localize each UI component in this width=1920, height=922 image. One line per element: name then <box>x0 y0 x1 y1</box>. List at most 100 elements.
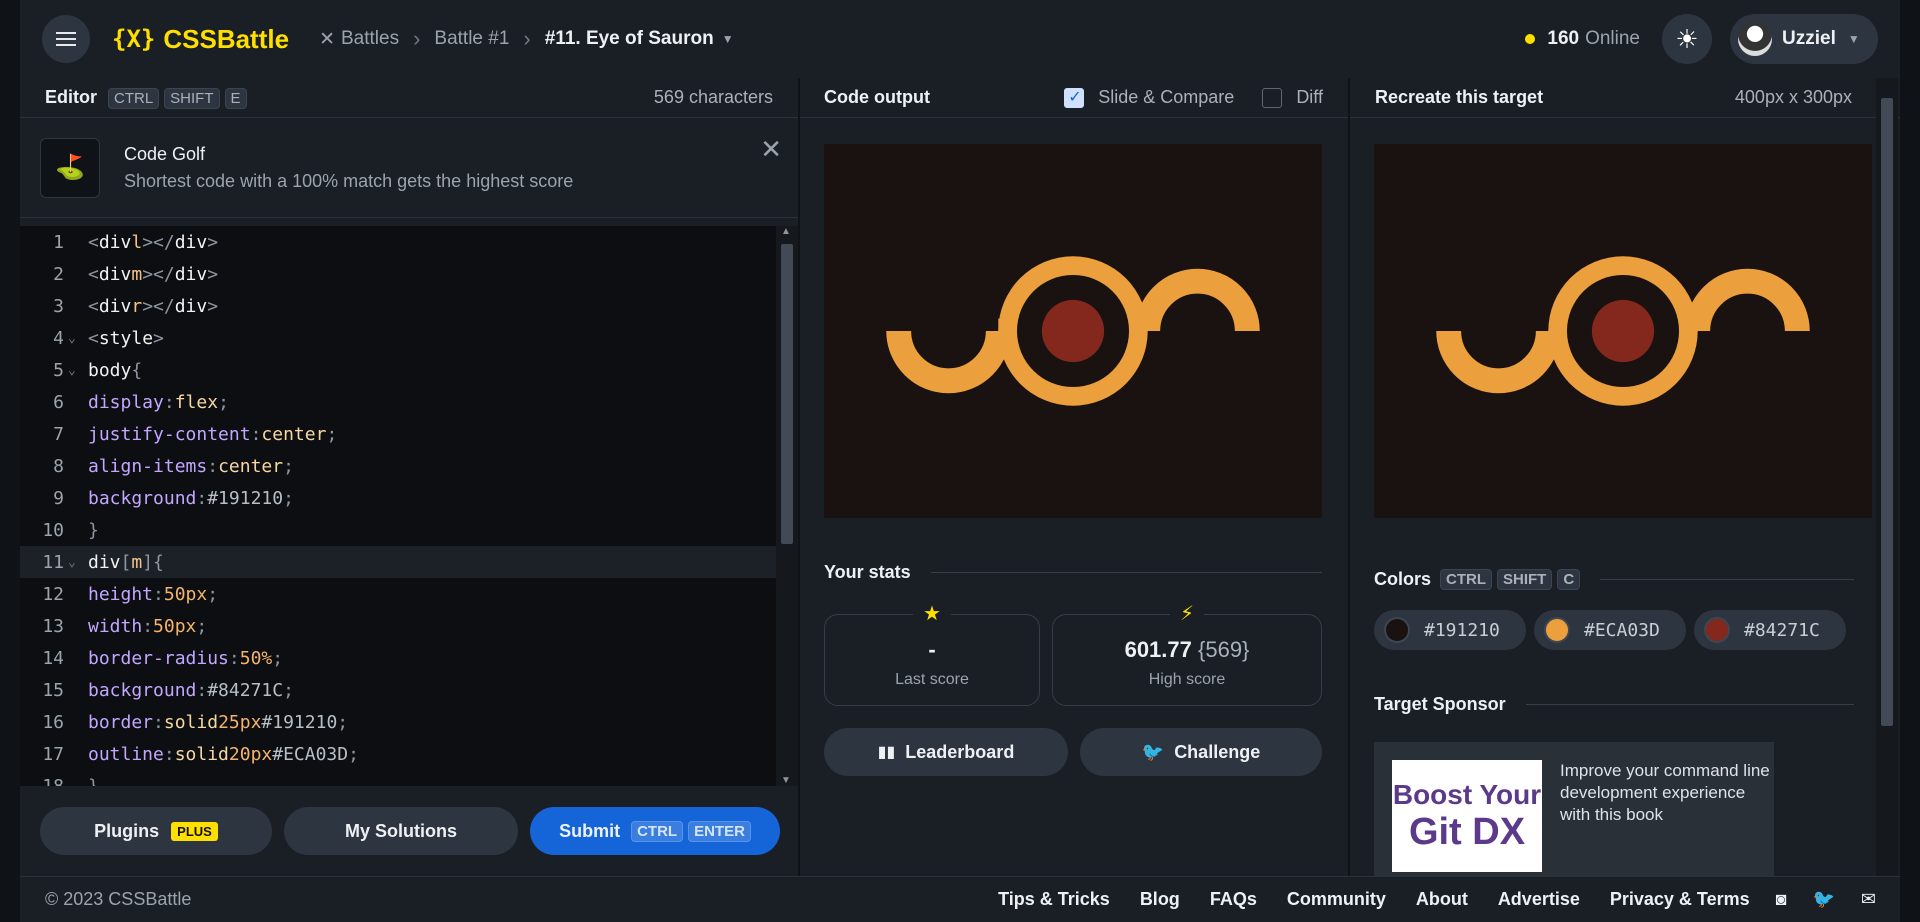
high-score-value: 601.77 {569} <box>1124 637 1250 662</box>
plus-badge: PLUS <box>171 821 218 841</box>
code-line: 5 ⌄ body { <box>53 359 143 381</box>
kbd-c: C <box>1557 569 1581 590</box>
high-score-card: ⚡ 601.77 {569} High score <box>1052 601 1322 706</box>
submit-label: Submit <box>559 820 621 841</box>
sponsor-title: Target Sponsor <box>1374 694 1506 714</box>
color-dot <box>1544 617 1570 643</box>
code-line: 13 width: 50px; <box>42 615 208 637</box>
mail-icon[interactable]: ✉ <box>1861 889 1876 910</box>
theme-toggle-button[interactable]: ☀ <box>1662 14 1712 64</box>
high-score-label: High score <box>1148 671 1226 688</box>
discord-icon[interactable]: ◙ <box>1776 889 1787 910</box>
online-label: Online <box>1585 28 1640 49</box>
output-render <box>824 144 1322 518</box>
code-golf-banner: ⛳ Code Golf Shortest code with a 100% ma… <box>20 118 798 218</box>
code-line: 16 border: solid 25px #191210; <box>42 711 349 733</box>
footer: © 2023 CSSBattle Tips & Tricks Blog FAQs… <box>20 876 1900 922</box>
code-line-active: 11 ⌄ div[m] { <box>20 546 776 578</box>
target-render <box>1374 144 1872 518</box>
chevron-right-icon: › <box>523 26 531 51</box>
top-header: {X} CSSBattle ✕ Battles › Battle #1 › #1… <box>20 0 1900 78</box>
footer-link-blog[interactable]: Blog <box>1140 889 1180 910</box>
footer-link-faqs[interactable]: FAQs <box>1210 889 1257 910</box>
sponsor-text: Improve your command line development ex… <box>1560 761 1770 825</box>
twitter-icon[interactable]: 🐦 <box>1812 889 1834 910</box>
color-hex: #191210 <box>1424 619 1500 641</box>
challenge-button[interactable]: 🐦 Challenge <box>1080 728 1322 776</box>
plugins-button[interactable]: Plugins PLUS <box>40 807 272 855</box>
footer-link-about[interactable]: About <box>1416 889 1468 910</box>
scroll-down-icon[interactable]: ▼ <box>781 775 791 786</box>
code-line: 10 } <box>42 519 99 541</box>
logo-text: CSSBattle <box>163 23 290 54</box>
colors-title: Colors <box>1374 568 1432 589</box>
target-bar: Recreate this target 400px x 300px <box>1350 78 1900 118</box>
star-icon: ★ <box>913 601 951 626</box>
logo-mark: {X} <box>112 25 156 53</box>
stats-title: Your stats <box>824 562 911 582</box>
code-line: 6 display: flex; <box>53 391 229 413</box>
submit-button[interactable]: Submit CTRL ENTER <box>530 807 780 855</box>
footer-link-advertise[interactable]: Advertise <box>1498 889 1580 910</box>
editor-panel: Editor CTRL SHIFT E 569 characters ⛳ Code … <box>20 78 798 876</box>
lightning-icon: ⚡ <box>1169 601 1205 626</box>
slide-compare-checkbox[interactable] <box>1064 87 1085 108</box>
challenge-label: Challenge <box>1174 741 1261 762</box>
golf-title: Code Golf <box>124 143 206 164</box>
color-swatch[interactable]: #ECA03D <box>1534 610 1686 650</box>
code-line: 3 < div r ></div > <box>53 295 219 317</box>
footer-link-privacy[interactable]: Privacy & Terms <box>1610 889 1750 910</box>
logo[interactable]: {X} CSSBattle <box>112 24 289 55</box>
code-line: 15 background: #84271C; <box>42 679 294 701</box>
code-line: 1 < div l ></div > <box>53 231 219 253</box>
kbd-ctrl: CTRL <box>631 821 684 842</box>
sponsor-card[interactable]: Boost Your Git DX Improve your command l… <box>1374 742 1774 876</box>
editor-bar: Editor CTRL SHIFT E 569 characters <box>20 78 798 118</box>
output-canvas[interactable] <box>824 144 1322 518</box>
scroll-thumb[interactable] <box>781 244 793 544</box>
editor-footer: Plugins PLUS My Solutions Submit CTRL ENT… <box>20 786 798 876</box>
last-score-label: Last score <box>895 671 969 688</box>
color-swatch[interactable]: #84271C <box>1694 610 1846 650</box>
your-stats-header: Your stats <box>824 562 1322 583</box>
kbd-shift: SHIFT <box>164 87 220 109</box>
scroll-thumb[interactable] <box>1881 98 1893 726</box>
breadcrumb-battles[interactable]: Battles <box>341 28 399 50</box>
code-line: 4 ⌄ < style > <box>53 327 164 349</box>
leaderboard-button[interactable]: ▮▮ Leaderboard <box>824 728 1068 776</box>
color-swatch[interactable]: #191210 <box>1374 610 1526 650</box>
target-size: 400px x 300px <box>1734 87 1852 107</box>
code-editor[interactable]: 1 < div l ></div > 2 < div m ></div > 3 < div r ></… <box>20 226 776 786</box>
target-title: Recreate this target <box>1375 87 1544 107</box>
code-line: 14 border-radius: 50%; <box>42 647 284 669</box>
last-score-value: - <box>928 637 936 662</box>
color-hex: #84271C <box>1744 619 1820 641</box>
diff-toggle[interactable]: Diff <box>1262 87 1323 108</box>
code-line: 8 align-items: center; <box>53 455 294 477</box>
chevron-down-icon: ▼ <box>1847 32 1860 46</box>
footer-link-tips[interactable]: Tips & Tricks <box>998 889 1110 910</box>
close-icon[interactable]: ✕ <box>760 134 782 165</box>
slide-compare-toggle[interactable]: Slide & Compare <box>1064 87 1234 108</box>
divider <box>1600 578 1854 580</box>
footer-links: Tips & Tricks Blog FAQs Community About … <box>968 889 1876 910</box>
color-dot <box>1704 617 1730 643</box>
golf-flag-icon: ⛳ <box>40 137 100 198</box>
scroll-up-icon[interactable]: ▲ <box>781 226 791 237</box>
online-count: 160 <box>1547 28 1580 49</box>
kbd-e: E <box>224 87 247 109</box>
diff-checkbox[interactable] <box>1262 87 1283 108</box>
target-canvas <box>1374 144 1872 518</box>
my-solutions-button[interactable]: My Solutions <box>284 807 518 855</box>
breadcrumb: ✕ Battles › Battle #1 › #11. Eye of Saur… <box>319 26 734 52</box>
colors-header: Colors CTRL SHIFT C <box>1374 568 1854 590</box>
editor-scrollbar[interactable]: ▲ ▼ <box>776 226 798 786</box>
page-scrollbar[interactable] <box>1876 78 1898 876</box>
user-menu-button[interactable]: Uzziel ▼ <box>1730 14 1878 64</box>
footer-link-community[interactable]: Community <box>1287 889 1386 910</box>
breadcrumb-battle[interactable]: Battle #1 <box>434 28 509 50</box>
breadcrumb-current[interactable]: #11. Eye of Sauron <box>545 28 714 50</box>
online-indicator: 160 Online <box>1525 28 1640 50</box>
chevron-down-icon[interactable]: ▼ <box>722 32 734 46</box>
menu-button[interactable] <box>42 15 90 63</box>
